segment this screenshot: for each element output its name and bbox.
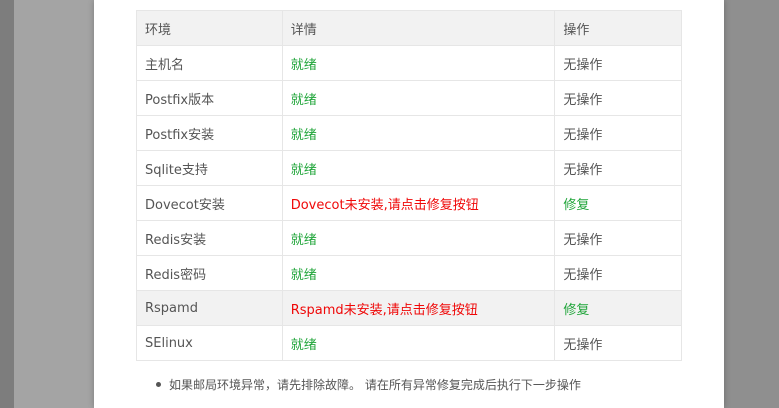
env-item-name: SElinux — [136, 325, 283, 361]
env-item-detail: Rspamd未安装,请点击修复按钮 — [281, 290, 556, 326]
repair-button[interactable]: 修复 — [554, 290, 682, 326]
table-row: Redis安装 就绪 无操作 — [136, 220, 682, 256]
env-item-detail: 就绪 — [281, 325, 556, 361]
env-item-name: Rspamd — [136, 290, 283, 326]
tips-list-item: 如果邮局环境异常，请先排除故障。 请在所有异常修复完成后执行下一步操作 — [156, 376, 581, 393]
table-row: SElinux 就绪 无操作 — [136, 325, 682, 361]
bullet-icon — [156, 382, 161, 387]
mail-env-check-dialog: 环境 详情 操作 主机名 就绪 无操作 Postfix版本 就绪 无操作 Postfix安装… — [94, 0, 724, 408]
no-action-text: 无操作 — [554, 255, 682, 291]
table-row: Dovecot安装 Dovecot未安装,请点击修复按钮 修复 — [136, 185, 682, 221]
env-item-detail: 就绪 — [281, 45, 556, 81]
no-action-text: 无操作 — [554, 80, 682, 116]
env-item-detail: 就绪 — [281, 220, 556, 256]
column-header-environment: 环境 — [136, 10, 283, 46]
backdrop-left — [0, 0, 14, 408]
env-item-detail: Dovecot未安装,请点击修复按钮 — [281, 185, 556, 221]
no-action-text: 无操作 — [554, 45, 682, 81]
repair-button[interactable]: 修复 — [554, 185, 682, 221]
table-row: Redis密码 就绪 无操作 — [136, 255, 682, 291]
env-item-name: Postfix版本 — [136, 80, 283, 116]
no-action-text: 无操作 — [554, 325, 682, 361]
no-action-text: 无操作 — [554, 115, 682, 151]
env-item-name: Postfix安装 — [136, 115, 283, 151]
column-header-action: 操作 — [554, 10, 682, 46]
env-item-name: Dovecot安装 — [136, 185, 283, 221]
env-item-detail: 就绪 — [281, 150, 556, 186]
env-item-name: Sqlite支持 — [136, 150, 283, 186]
table-row: Sqlite支持 就绪 无操作 — [136, 150, 682, 186]
backdrop-panel — [14, 0, 94, 408]
table-header-row: 环境 详情 操作 — [136, 10, 682, 46]
table-row: Postfix版本 就绪 无操作 — [136, 80, 682, 116]
env-item-name: Redis密码 — [136, 255, 283, 291]
env-item-name: Redis安装 — [136, 220, 283, 256]
env-item-detail: 就绪 — [281, 255, 556, 291]
column-header-detail: 详情 — [281, 10, 556, 46]
no-action-text: 无操作 — [554, 150, 682, 186]
no-action-text: 无操作 — [554, 220, 682, 256]
environment-table: 环境 详情 操作 主机名 就绪 无操作 Postfix版本 就绪 无操作 Postfix安装… — [136, 10, 682, 361]
env-item-name: 主机名 — [136, 45, 283, 81]
env-item-detail: 就绪 — [281, 80, 556, 116]
env-item-detail: 就绪 — [281, 115, 556, 151]
table-row: 主机名 就绪 无操作 — [136, 45, 682, 81]
backdrop-panel-right — [724, 0, 779, 408]
table-row: Rspamd Rspamd未安装,请点击修复按钮 修复 — [136, 290, 682, 326]
tips-text: 如果邮局环境异常，请先排除故障。 请在所有异常修复完成后执行下一步操作 — [169, 378, 581, 392]
table-row: Postfix安装 就绪 无操作 — [136, 115, 682, 151]
